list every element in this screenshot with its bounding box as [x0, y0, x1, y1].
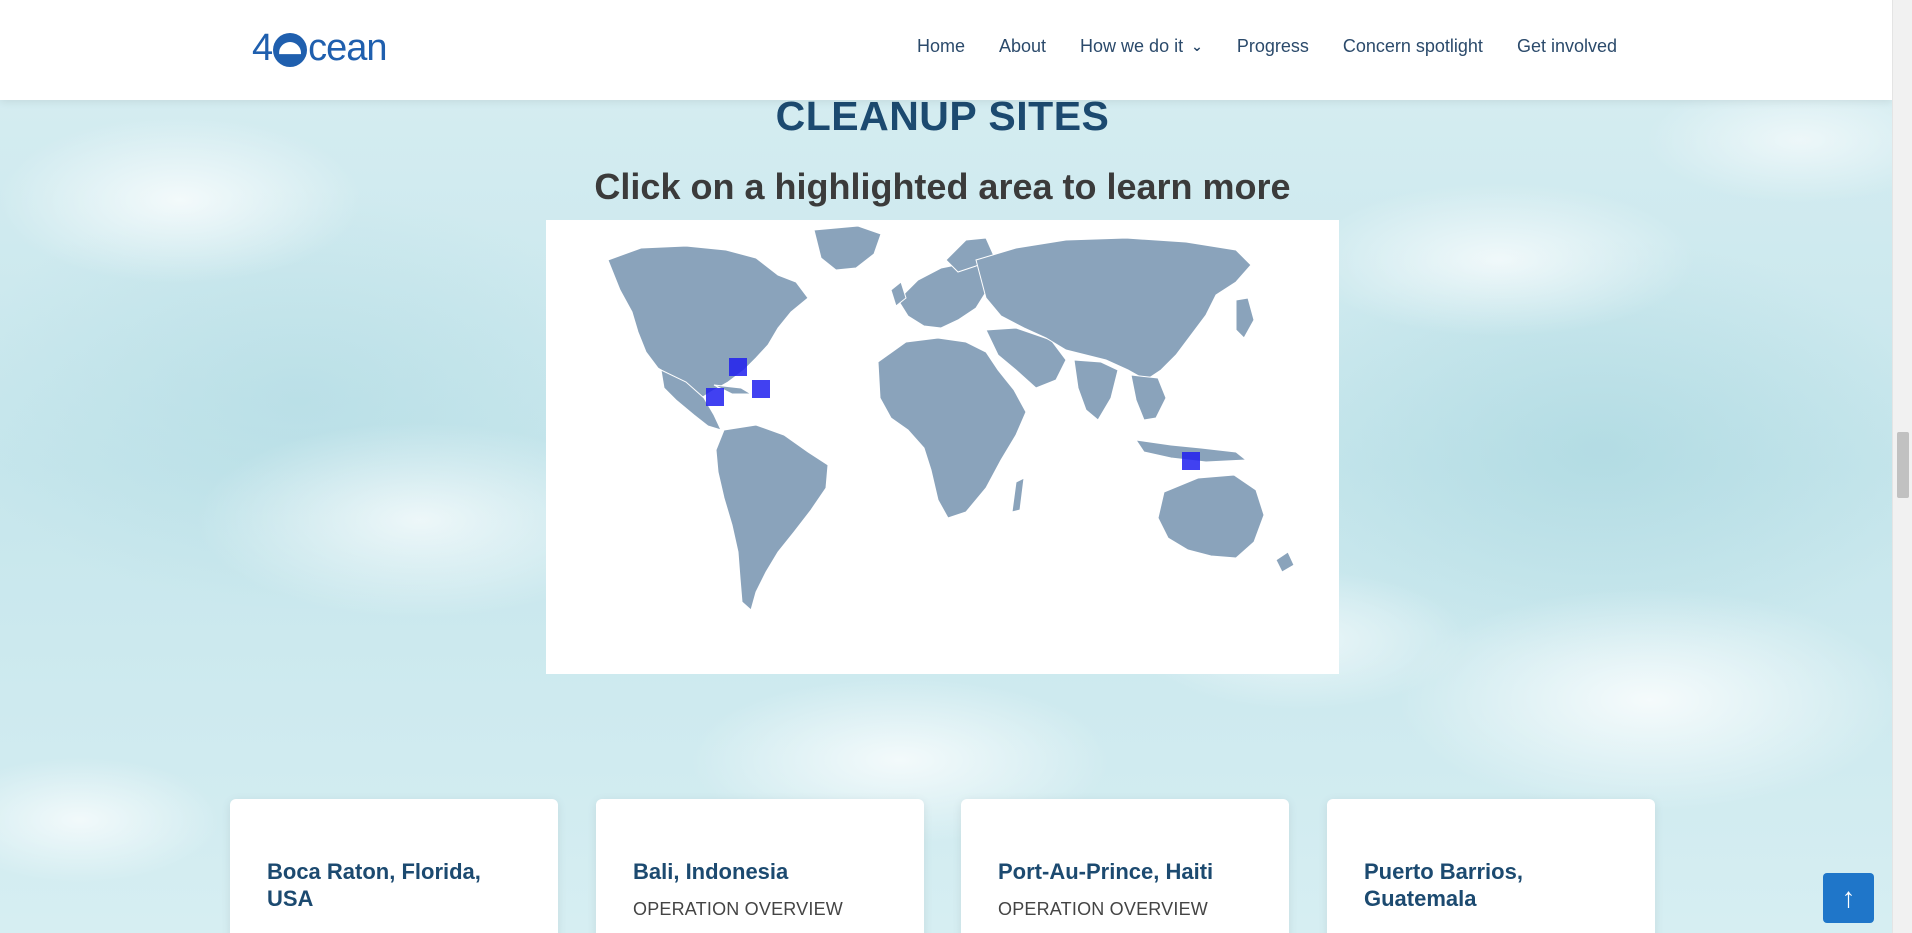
nav-get-involved[interactable]: Get involved — [1517, 36, 1617, 57]
wave-logo-icon — [273, 33, 308, 67]
marker-haiti[interactable] — [752, 380, 770, 398]
scrollbar-thumb[interactable] — [1897, 432, 1909, 498]
world-map — [546, 220, 1339, 674]
main-nav: Home About How we do it ⌄ Progress Conce… — [917, 36, 1617, 57]
chevron-down-icon: ⌄ — [1191, 38, 1203, 54]
nav-how-we-do-it-label: How we do it — [1080, 36, 1184, 56]
map-land — [607, 225, 1295, 611]
section-title: CLEANUP SITES — [775, 93, 1110, 139]
card-title: Bali, Indonesia — [633, 859, 789, 884]
arrow-up-icon: ↑ — [1841, 882, 1856, 913]
marker-bali[interactable] — [1182, 452, 1200, 470]
card-subtitle: OPERATION OVERVIEW — [633, 899, 843, 919]
card-title: Puerto Barrios, Guatemala — [1364, 859, 1523, 911]
logo[interactable]: 4 cean — [252, 27, 388, 69]
site-card-port-au-prince[interactable]: Port-Au-Prince, Haiti OPERATION OVERVIEW — [961, 799, 1289, 933]
world-map-svg — [607, 225, 1295, 611]
site-card-bali[interactable]: Bali, Indonesia OPERATION OVERVIEW — [596, 799, 924, 933]
section-subtitle: Click on a highlighted area to learn mor… — [594, 166, 1291, 207]
card-title: Boca Raton, Florida, USA — [267, 859, 481, 911]
back-to-top-button[interactable]: ↑ — [1823, 873, 1874, 923]
nav-home[interactable]: Home — [917, 36, 965, 57]
nav-about[interactable]: About — [999, 36, 1046, 57]
marker-florida[interactable] — [729, 358, 747, 376]
scrollbar[interactable] — [1892, 0, 1912, 933]
site-card-puerto-barrios[interactable]: Puerto Barrios, Guatemala — [1327, 799, 1655, 933]
site-card-boca-raton[interactable]: Boca Raton, Florida, USA — [230, 799, 558, 933]
card-title: Port-Au-Prince, Haiti — [998, 859, 1214, 884]
nav-how-we-do-it[interactable]: How we do it ⌄ — [1080, 36, 1203, 57]
nav-concern-spotlight[interactable]: Concern spotlight — [1343, 36, 1483, 57]
site-header: 4 cean Home About How we do it ⌄ Progres… — [0, 0, 1892, 100]
marker-guatemala[interactable] — [706, 388, 724, 406]
nav-progress[interactable]: Progress — [1237, 36, 1309, 57]
card-subtitle: OPERATION OVERVIEW — [998, 899, 1208, 919]
